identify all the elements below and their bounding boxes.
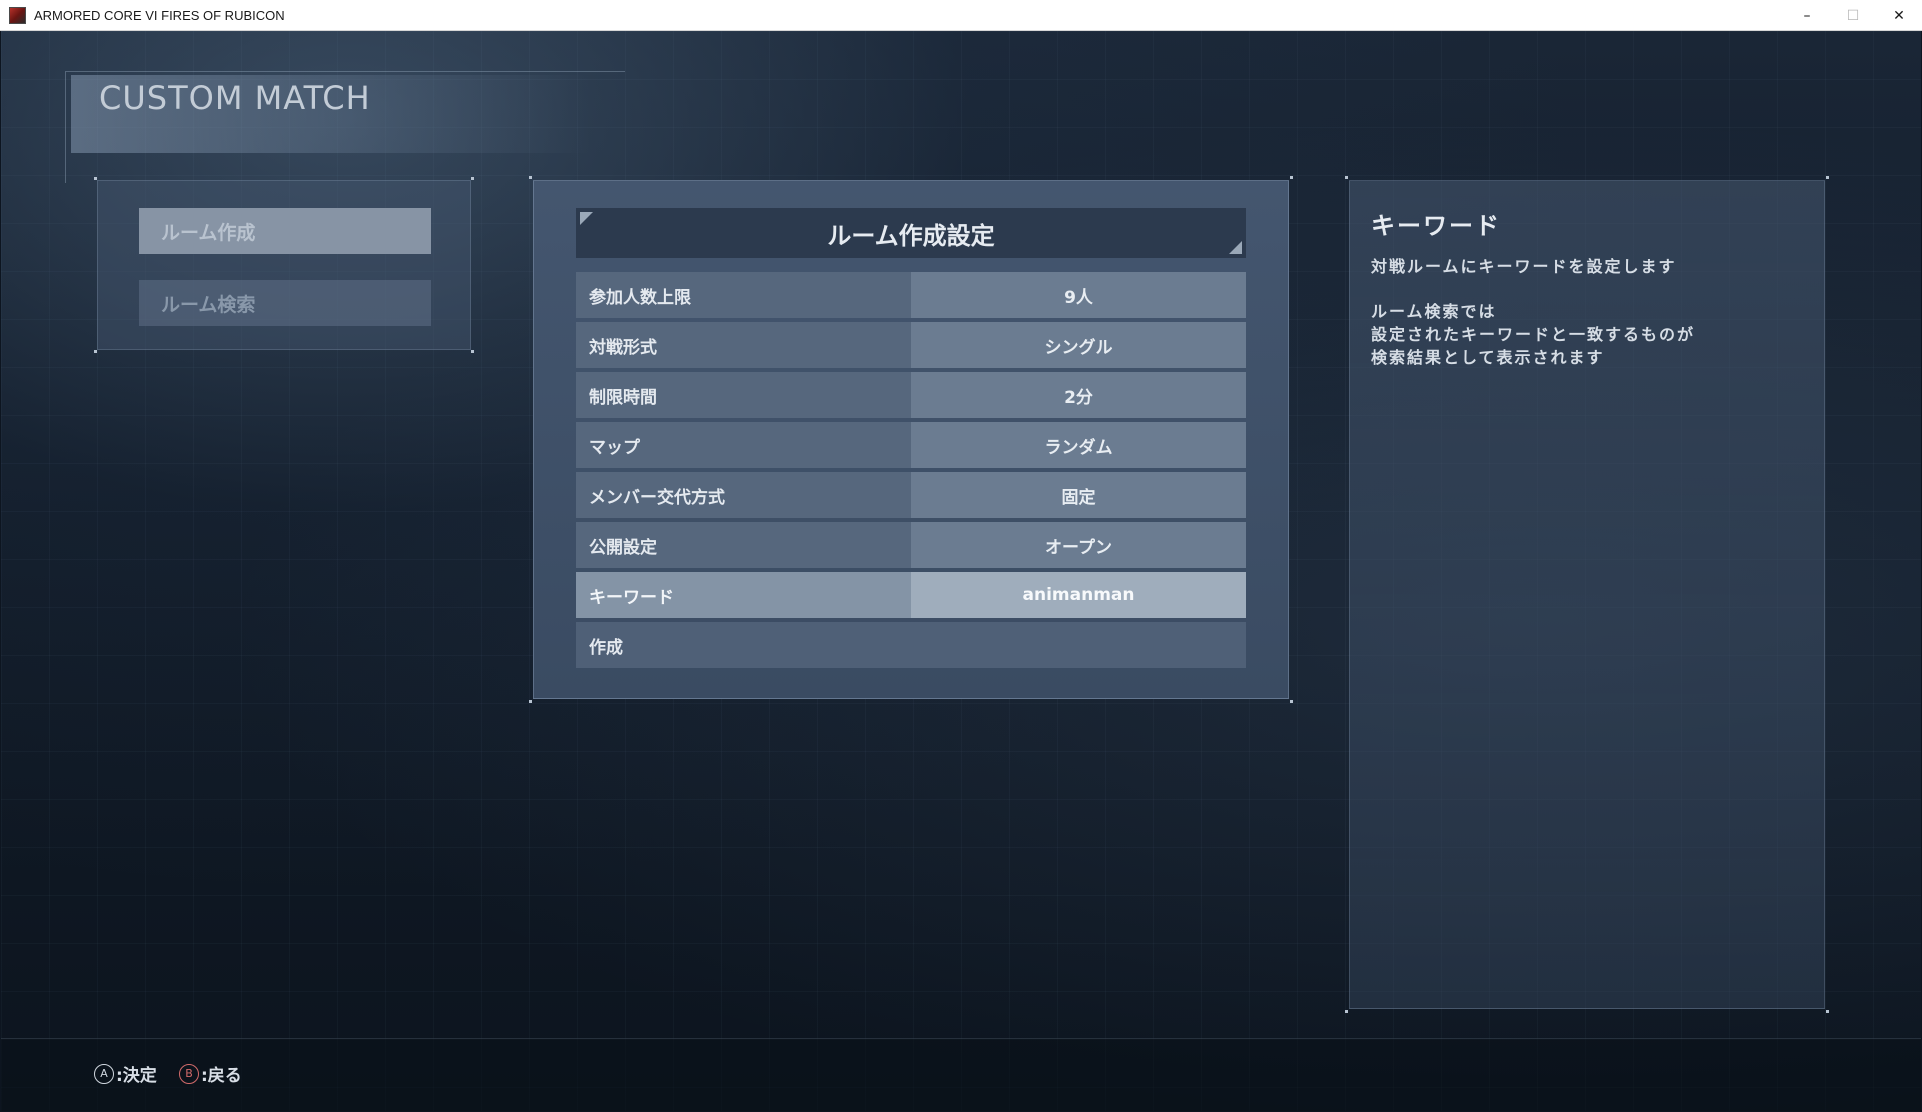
window-titlebar: ARMORED CORE VI FIRES OF RUBICON – ☐ ✕ bbox=[0, 0, 1922, 31]
button-hint-bar: A :決定 B :戻る bbox=[1, 1038, 1921, 1111]
description-text: 設定されたキーワードと一致するものが bbox=[1371, 325, 1696, 344]
corner-dot bbox=[1345, 1010, 1348, 1013]
setting-value[interactable]: オープン bbox=[911, 522, 1246, 568]
minimize-button[interactable]: – bbox=[1784, 0, 1830, 31]
setting-row-map[interactable]: マップ ランダム bbox=[576, 422, 1246, 468]
setting-row-time-limit[interactable]: 制限時間 2分 bbox=[576, 372, 1246, 418]
setting-row-visibility[interactable]: 公開設定 オープン bbox=[576, 522, 1246, 568]
corner-dot bbox=[1826, 1010, 1829, 1013]
settings-list: 参加人数上限 9人 対戦形式 シングル 制限時間 2分 マップ ランダム メンバ… bbox=[576, 272, 1246, 668]
description-text: ルーム検索では bbox=[1371, 302, 1497, 321]
description-text: 検索結果として表示されます bbox=[1371, 348, 1605, 367]
setting-row-max-players[interactable]: 参加人数上限 9人 bbox=[576, 272, 1246, 318]
corner-dot bbox=[94, 350, 97, 353]
corner-dot bbox=[94, 177, 97, 180]
setting-label: 公開設定 bbox=[576, 522, 911, 568]
confirm-hint[interactable]: A :決定 bbox=[94, 1061, 157, 1086]
setting-label: 制限時間 bbox=[576, 372, 911, 418]
corner-marker-icon bbox=[1229, 241, 1242, 254]
confirm-label: :決定 bbox=[116, 1066, 157, 1086]
corner-dot bbox=[1290, 700, 1293, 703]
setting-value[interactable]: ランダム bbox=[911, 422, 1246, 468]
a-button-icon: A bbox=[94, 1063, 114, 1084]
setting-value[interactable]: 固定 bbox=[911, 472, 1246, 518]
corner-marker-icon bbox=[580, 212, 593, 225]
description-text: 対戦ルームにキーワードを設定します bbox=[1371, 257, 1677, 276]
close-button[interactable]: ✕ bbox=[1876, 0, 1922, 31]
setting-value[interactable]: 9人 bbox=[911, 272, 1246, 318]
window-title: ARMORED CORE VI FIRES OF RUBICON bbox=[34, 7, 285, 23]
corner-dot bbox=[529, 176, 532, 179]
description-title: キーワード bbox=[1371, 212, 1501, 240]
panel-title: ルーム作成設定 bbox=[827, 221, 995, 250]
setting-value[interactable]: シングル bbox=[911, 322, 1246, 368]
corner-dot bbox=[1345, 176, 1348, 179]
corner-dot bbox=[529, 700, 532, 703]
maximize-button[interactable]: ☐ bbox=[1830, 0, 1876, 31]
setting-value[interactable]: 2分 bbox=[911, 372, 1246, 418]
b-button-icon: B bbox=[179, 1063, 199, 1084]
back-label: :戻る bbox=[201, 1066, 242, 1086]
room-settings-panel: ルーム作成設定 参加人数上限 9人 対戦形式 シングル 制限時間 2分 マップ … bbox=[529, 176, 1293, 703]
window-controls: – ☐ ✕ bbox=[1784, 0, 1922, 31]
back-hint[interactable]: B :戻る bbox=[179, 1061, 242, 1086]
setting-label: キーワード bbox=[576, 572, 911, 618]
menu-item-room-search[interactable]: ルーム検索 bbox=[139, 280, 431, 326]
setting-label: 参加人数上限 bbox=[576, 272, 911, 318]
setting-label: マップ bbox=[576, 422, 911, 468]
description-panel: キーワード 対戦ルームにキーワードを設定します ルーム検索では 設定されたキーワ… bbox=[1345, 176, 1829, 1013]
page-title: CUSTOM MATCH bbox=[99, 79, 371, 117]
corner-dot bbox=[471, 350, 474, 353]
setting-label: 対戦形式 bbox=[576, 322, 911, 368]
left-menu-panel: ルーム作成 ルーム検索 bbox=[94, 177, 474, 353]
panel-header: ルーム作成設定 bbox=[576, 208, 1246, 258]
setting-row-member-rotation[interactable]: メンバー交代方式 固定 bbox=[576, 472, 1246, 518]
setting-row-keyword[interactable]: キーワード animanman bbox=[576, 572, 1246, 618]
setting-row-match-format[interactable]: 対戦形式 シングル bbox=[576, 322, 1246, 368]
game-screen: CUSTOM MATCH ルーム作成 ルーム検索 ルーム作成設定 参加人数上限 … bbox=[1, 31, 1921, 1111]
corner-dot bbox=[1290, 176, 1293, 179]
keyword-value[interactable]: animanman bbox=[911, 572, 1246, 618]
corner-dot bbox=[471, 177, 474, 180]
create-room-button[interactable]: 作成 bbox=[576, 622, 1246, 668]
corner-dot bbox=[1826, 176, 1829, 179]
menu-item-room-create[interactable]: ルーム作成 bbox=[139, 208, 431, 254]
setting-label: メンバー交代方式 bbox=[576, 472, 911, 518]
app-icon bbox=[9, 6, 26, 24]
